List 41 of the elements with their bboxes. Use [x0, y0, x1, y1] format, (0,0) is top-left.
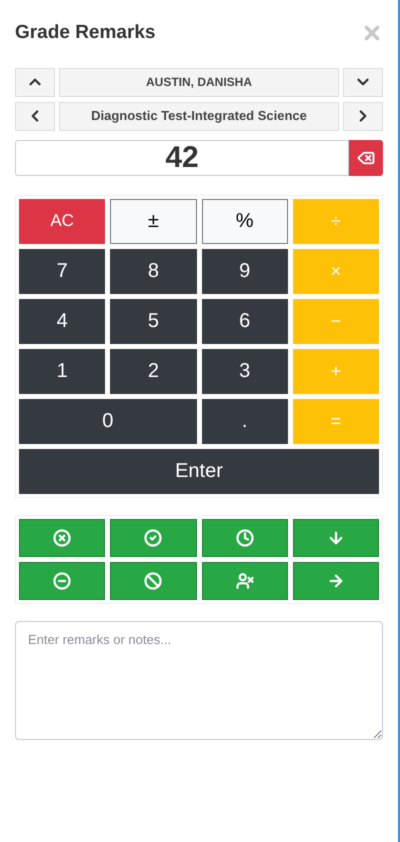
remarks-field[interactable]: Enter remarks or notes... [15, 620, 383, 740]
keypad-key[interactable]: 6 [202, 298, 288, 344]
backspace-button[interactable] [349, 140, 383, 176]
status-button[interactable] [202, 518, 288, 556]
status-button[interactable] [292, 518, 379, 556]
keypad-key[interactable]: 8 [110, 248, 196, 294]
previous-student-button[interactable] [15, 68, 55, 96]
cancel-circle-icon [53, 528, 72, 546]
next-student-button[interactable] [343, 68, 383, 96]
keypad-key[interactable]: 9 [202, 248, 288, 294]
score-field[interactable]: 42 [15, 140, 349, 176]
check-circle-icon [144, 528, 162, 546]
keypad-key[interactable]: 0 [19, 398, 196, 444]
previous-assessment-button[interactable] [15, 102, 55, 130]
status-button[interactable] [292, 562, 379, 600]
next-assessment-button[interactable] [343, 102, 383, 130]
status-button[interactable] [19, 518, 106, 556]
arrow-down-icon [326, 528, 345, 546]
keypad-key[interactable]: 1 [19, 348, 106, 394]
status-button[interactable] [19, 562, 106, 600]
user-x-icon [236, 572, 254, 590]
status-button[interactable] [202, 562, 288, 600]
assessment-name: Diagnostic Test-Integrated Science [59, 102, 339, 130]
keypad-key[interactable]: 7 [19, 248, 106, 294]
keypad-key[interactable]: Enter [19, 448, 379, 494]
keypad-key[interactable]: 2 [110, 348, 196, 394]
keypad-key[interactable]: 3 [202, 348, 288, 394]
status-button[interactable] [110, 562, 196, 600]
student-name: AUSTIN, DANISHA [59, 68, 339, 96]
keypad-key[interactable]: . [202, 398, 288, 444]
ban-icon [144, 572, 162, 590]
minus-circle-icon [53, 572, 72, 590]
keypad-key[interactable]: AC [19, 198, 106, 244]
keypad-key[interactable]: ± [110, 198, 196, 244]
keypad-key[interactable]: 4 [19, 298, 106, 344]
arrow-right-icon [326, 572, 345, 590]
keypad-key[interactable]: % [202, 198, 288, 244]
keypad-key[interactable]: 5 [110, 298, 196, 344]
panel-title: Grade Remarks [15, 21, 156, 45]
status-button[interactable] [110, 518, 196, 556]
clock-icon [236, 528, 254, 546]
